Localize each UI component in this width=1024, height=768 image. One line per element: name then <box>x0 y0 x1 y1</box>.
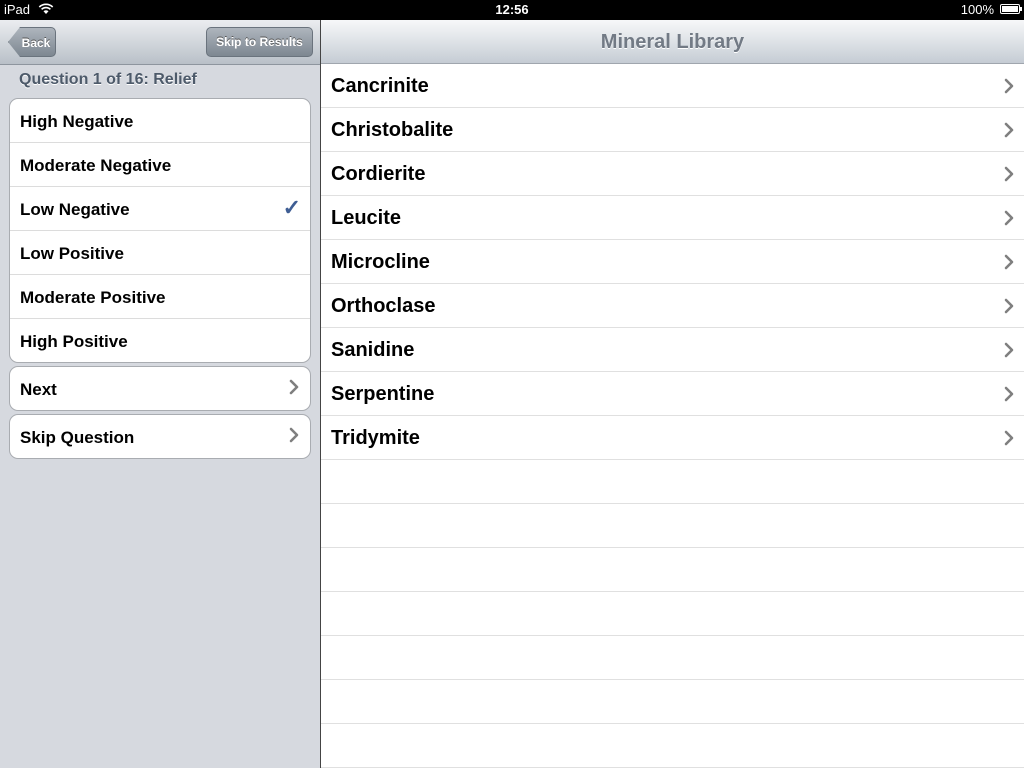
option-label: High Positive <box>20 332 128 351</box>
mineral-library-pane: Mineral Library Cancrinite Christobalite C… <box>321 20 1024 768</box>
option-high-positive[interactable]: High Positive <box>10 319 310 362</box>
relief-options-group: High Negative Moderate Negative Low Negati… <box>9 98 311 363</box>
chevron-right-icon <box>1003 429 1015 447</box>
chevron-right-icon <box>1003 253 1015 271</box>
empty-table-row <box>321 636 1024 680</box>
next-button[interactable]: Next <box>10 367 310 410</box>
question-pane: Back Skip to Results Question 1 of 16: R… <box>0 20 320 768</box>
question-header: Question 1 of 16: Relief <box>19 71 197 88</box>
option-moderate-negative[interactable]: Moderate Negative <box>10 143 310 187</box>
empty-table-row <box>321 592 1024 636</box>
chevron-right-icon <box>1003 209 1015 227</box>
empty-table-row <box>321 504 1024 548</box>
right-navigation-bar: Mineral Library <box>321 20 1024 64</box>
status-time: 12:56 <box>495 2 529 17</box>
mineral-label: Sanidine <box>331 339 415 361</box>
mineral-label: Microcline <box>331 251 430 273</box>
option-label: Low Negative <box>20 200 130 219</box>
mineral-row-microcline[interactable]: Microcline <box>321 240 1024 284</box>
mineral-label: Cancrinite <box>331 75 429 97</box>
chevron-right-icon <box>288 378 300 396</box>
chevron-right-icon <box>1003 77 1015 95</box>
option-high-negative[interactable]: High Negative <box>10 99 310 143</box>
option-moderate-positive[interactable]: Moderate Positive <box>10 275 310 319</box>
chevron-right-icon <box>1003 121 1015 139</box>
option-label: High Negative <box>20 112 134 131</box>
mineral-label: Christobalite <box>331 119 454 141</box>
chevron-right-icon <box>1003 341 1015 359</box>
mineral-list: Cancrinite Christobalite Cordierite Leucite… <box>321 64 1024 768</box>
skip-question-label: Skip Question <box>20 428 135 447</box>
skip-to-results-button[interactable]: Skip to Results <box>206 27 313 57</box>
empty-table-row <box>321 680 1024 724</box>
mineral-row-leucite[interactable]: Leucite <box>321 196 1024 240</box>
mineral-row-orthoclase[interactable]: Orthoclase <box>321 284 1024 328</box>
status-bar: iPad 12:56 100% <box>0 0 1024 20</box>
mineral-label: Orthoclase <box>331 295 436 317</box>
mineral-label: Tridymite <box>331 427 420 449</box>
mineral-label: Serpentine <box>331 383 435 405</box>
option-low-positive[interactable]: Low Positive <box>10 231 310 275</box>
chevron-right-icon <box>1003 165 1015 183</box>
skip-question-group: Skip Question <box>9 414 311 459</box>
chevron-right-icon <box>1003 385 1015 403</box>
chevron-right-icon <box>1003 297 1015 315</box>
option-low-negative[interactable]: Low Negative ✓ <box>10 187 310 231</box>
empty-table-row <box>321 724 1024 768</box>
mineral-row-sanidine[interactable]: Sanidine <box>321 328 1024 372</box>
chevron-right-icon <box>288 426 300 444</box>
battery-percent: 100% <box>960 2 994 17</box>
battery-icon <box>1000 4 1022 14</box>
next-group: Next <box>9 366 311 411</box>
mineral-row-christobalite[interactable]: Christobalite <box>321 108 1024 152</box>
mineral-row-cordierite[interactable]: Cordierite <box>321 152 1024 196</box>
empty-table-row <box>321 548 1024 592</box>
option-label: Moderate Positive <box>20 288 166 307</box>
page-title: Mineral Library <box>600 31 745 53</box>
mineral-label: Cordierite <box>331 163 426 185</box>
next-label: Next <box>20 380 57 399</box>
mineral-label: Leucite <box>331 207 402 229</box>
option-label: Low Positive <box>20 244 124 263</box>
skip-question-button[interactable]: Skip Question <box>10 415 310 458</box>
mineral-row-tridymite[interactable]: Tridymite <box>321 416 1024 460</box>
left-navigation-bar: Back Skip to Results <box>0 20 320 65</box>
mineral-row-cancrinite[interactable]: Cancrinite <box>321 64 1024 108</box>
option-label: Moderate Negative <box>20 156 172 175</box>
checkmark-icon: ✓ <box>282 195 301 220</box>
mineral-row-serpentine[interactable]: Serpentine <box>321 372 1024 416</box>
back-button[interactable]: Back <box>8 27 56 57</box>
empty-table-row <box>321 460 1024 504</box>
